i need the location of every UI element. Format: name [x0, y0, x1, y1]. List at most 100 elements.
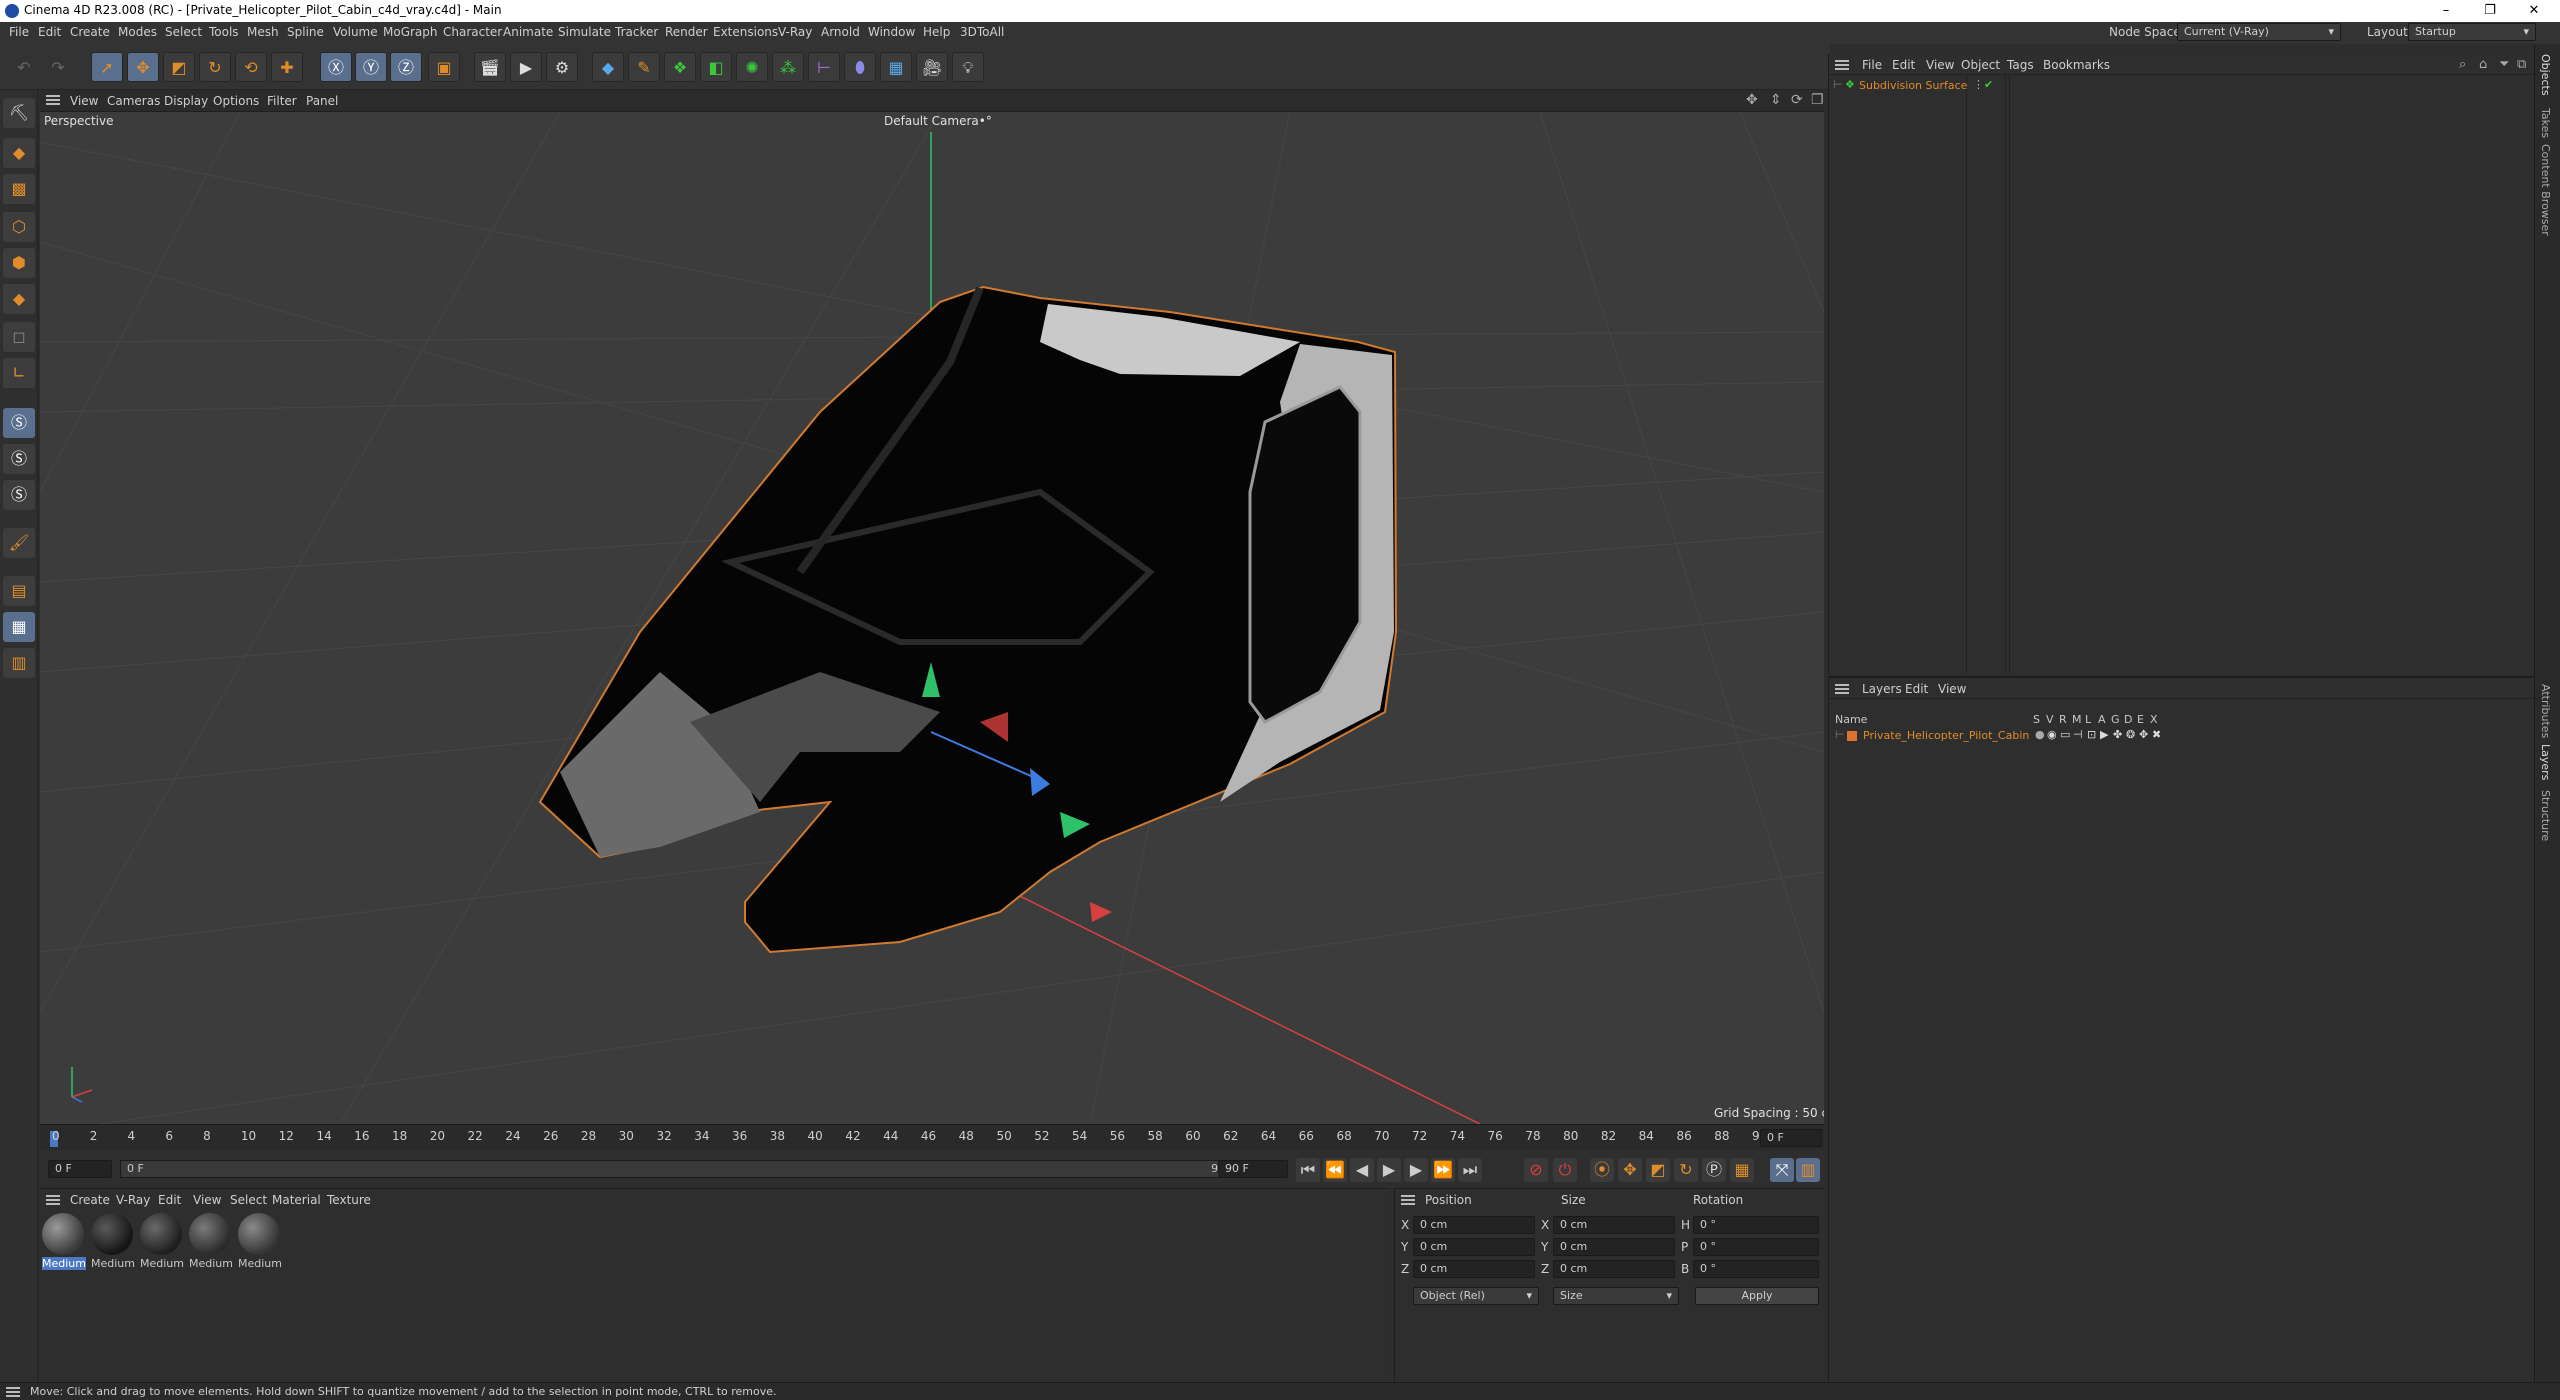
y-axis-button[interactable]: Ⓨ — [355, 52, 387, 82]
visibility-dots-icon[interactable]: ⋮ — [1973, 78, 1984, 91]
extrude-button[interactable]: ◧ — [700, 52, 732, 82]
close-button[interactable]: ✕ — [2512, 0, 2556, 22]
timeline-ruler[interactable]: 0 2 4 6 8 10 12 14 16 18 20 22 24 26 28 30 32 34 36 38 40 42 4… — [40, 1124, 1824, 1150]
layer-menu-edit[interactable]: Edit — [1905, 682, 1928, 696]
layer-menu-layers[interactable]: Layers — [1862, 682, 1902, 696]
frame-range-slider[interactable]: 0 F 90 F — [120, 1160, 1242, 1178]
material-swatch[interactable]: Medium — [238, 1213, 282, 1273]
manager-icon[interactable]: ⊣ — [2073, 728, 2083, 741]
3d-viewport[interactable]: Perspective Default Camera•° Grid Spacin… — [40, 112, 1824, 1124]
obj-menu-bookmarks[interactable]: Bookmarks — [2043, 58, 2110, 72]
mograph-button[interactable]: ⁂ — [772, 52, 804, 82]
model-mode-button[interactable]: ◆ — [3, 138, 35, 168]
mat-menu-material[interactable]: Material — [272, 1193, 321, 1207]
recent-tools-button[interactable]: ⟲ — [235, 52, 267, 82]
menu-arnold[interactable]: Arnold — [821, 25, 860, 39]
world-coordinates-button[interactable]: ▣ — [428, 52, 460, 82]
menu-render[interactable]: Render — [665, 25, 708, 39]
layer-color-swatch[interactable] — [1847, 731, 1857, 741]
minimize-button[interactable]: – — [2424, 0, 2468, 22]
uv-mode-button[interactable]: ◻ — [3, 322, 35, 352]
autokey-button[interactable]: ⏻ — [1553, 1158, 1577, 1182]
lock-icon[interactable]: ⊡ — [2087, 728, 2096, 741]
menu-spline[interactable]: Spline — [287, 25, 324, 39]
start-frame-field[interactable]: 0 F — [48, 1160, 112, 1178]
mat-menu-texture[interactable]: Texture — [327, 1193, 371, 1207]
hamburger-icon[interactable] — [1835, 684, 1849, 694]
render-view-button[interactable]: ▶ — [510, 52, 542, 82]
keyframe-selection-button[interactable]: ⦿ — [1590, 1158, 1614, 1182]
search-icon[interactable]: ⌕ — [2459, 57, 2466, 72]
end-frame-field[interactable]: 90 F — [1218, 1160, 1288, 1178]
size-z-field[interactable]: 0 cm — [1553, 1260, 1675, 1278]
grid-snap-button[interactable]: ▦ — [3, 612, 35, 642]
tab-takes[interactable]: Takes — [2539, 108, 2552, 138]
edges-mode-button[interactable]: ⬢ — [3, 248, 35, 278]
snap-settings-button[interactable]: Ⓢ — [3, 444, 35, 474]
menu-extensions[interactable]: Extensions — [713, 25, 778, 39]
menu-file[interactable]: File — [9, 25, 29, 39]
coordinate-mode-dropdown[interactable]: Object (Rel) ▾ — [1413, 1287, 1539, 1305]
pos-x-field[interactable]: 0 cm — [1413, 1216, 1535, 1234]
layer-menu-view[interactable]: View — [1938, 682, 1966, 696]
current-frame-field[interactable]: 0 F — [1760, 1129, 1822, 1147]
rot-p-field[interactable]: 0 ° — [1693, 1238, 1819, 1256]
go-to-start-button[interactable]: ⏮ — [1296, 1158, 1320, 1182]
hamburger-icon[interactable] — [46, 95, 60, 105]
tab-content-browser[interactable]: Content Browser — [2539, 144, 2552, 236]
record-button[interactable]: ⊘ — [1524, 1158, 1548, 1182]
obj-menu-edit[interactable]: Edit — [1892, 58, 1915, 72]
expression-icon[interactable]: ✥ — [2139, 728, 2148, 741]
menu-mograph[interactable]: MoGraph — [383, 25, 438, 39]
material-swatch[interactable]: Medium — [91, 1213, 135, 1273]
scale-tool-button[interactable]: ◩ — [163, 52, 195, 82]
zoom-view-icon[interactable]: ⇕ — [1770, 92, 1782, 108]
mat-menu-vray[interactable]: V-Ray — [116, 1193, 150, 1207]
floor-button[interactable]: ▦ — [880, 52, 912, 82]
coordinate-system-button[interactable]: ✚ — [271, 52, 303, 82]
redo-button[interactable]: ↷ — [42, 52, 74, 82]
pen-spline-button[interactable]: ✎ — [628, 52, 660, 82]
key-parameter-button[interactable]: Ⓟ — [1702, 1158, 1726, 1182]
mat-menu-create[interactable]: Create — [70, 1193, 110, 1207]
tweak-mode-button[interactable]: 🖌︎ — [3, 528, 35, 558]
menu-tracker[interactable]: Tracker — [615, 25, 658, 39]
hamburger-icon[interactable] — [1401, 1195, 1415, 1205]
field-button[interactable]: ⬮ — [844, 52, 876, 82]
x-axis-button[interactable]: Ⓧ — [320, 52, 352, 82]
texture-mode-button[interactable]: ▩ — [3, 174, 35, 204]
mat-menu-select[interactable]: Select — [230, 1193, 267, 1207]
material-swatch[interactable]: Medium — [42, 1213, 86, 1273]
viewport-menu-cameras[interactable]: Cameras — [107, 94, 160, 108]
next-frame-button[interactable]: ▶ — [1404, 1158, 1428, 1182]
home-icon[interactable]: ⌂ — [2479, 57, 2487, 72]
menu-create[interactable]: Create — [70, 25, 110, 39]
material-swatch[interactable]: Medium — [189, 1213, 233, 1273]
prev-key-button[interactable]: ⏪ — [1323, 1158, 1347, 1182]
apply-button[interactable]: Apply — [1695, 1287, 1819, 1305]
pos-z-field[interactable]: 0 cm — [1413, 1260, 1535, 1278]
obj-menu-tags[interactable]: Tags — [2007, 58, 2034, 72]
render-icon[interactable]: ▭ — [2060, 728, 2070, 741]
subdivision-button[interactable]: ❖ — [664, 52, 696, 82]
menu-select[interactable]: Select — [165, 25, 202, 39]
obj-menu-file[interactable]: File — [1862, 58, 1882, 72]
prev-frame-button[interactable]: ◀ — [1350, 1158, 1374, 1182]
camera-button[interactable]: 🎥︎ — [916, 52, 948, 82]
animation-icon[interactable]: ▶ — [2100, 728, 2108, 741]
undo-button[interactable]: ↶ — [8, 52, 40, 82]
deformer-icon[interactable]: ❂ — [2126, 728, 2135, 741]
render-settings-button[interactable]: ⚙ — [546, 52, 578, 82]
key-rotation-button[interactable]: ↻ — [1674, 1158, 1698, 1182]
rot-b-field[interactable]: 0 ° — [1693, 1260, 1819, 1278]
next-key-button[interactable]: ⏩ — [1431, 1158, 1455, 1182]
go-to-end-button[interactable]: ⏭ — [1458, 1158, 1482, 1182]
solo-dot-icon[interactable]: ● — [2035, 728, 2045, 741]
rot-h-field[interactable]: 0 ° — [1693, 1216, 1819, 1234]
viewport-menu-display[interactable]: Display — [164, 94, 208, 108]
pos-y-field[interactable]: 0 cm — [1413, 1238, 1535, 1256]
motion-system-button[interactable]: ⤧ — [1770, 1158, 1794, 1182]
helicopter-cabin-model[interactable] — [538, 285, 1398, 954]
cube-object-button[interactable]: ◆ — [592, 52, 624, 82]
menu-edit[interactable]: Edit — [38, 25, 61, 39]
